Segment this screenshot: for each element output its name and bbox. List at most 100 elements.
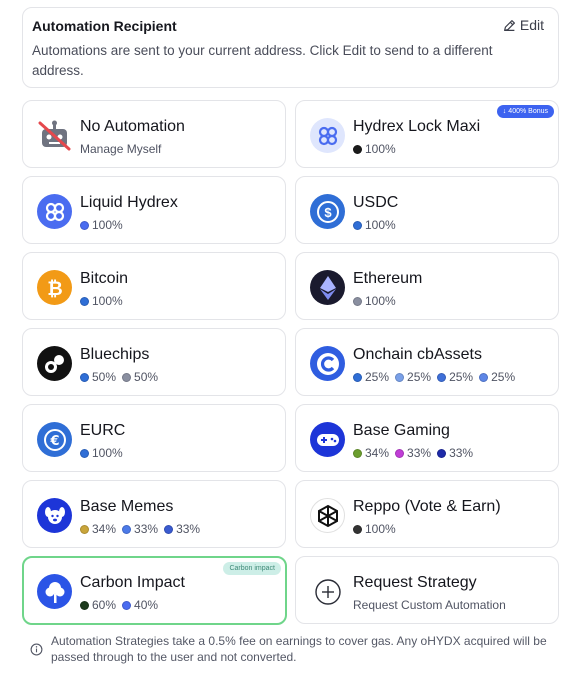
reppo-icon	[310, 498, 345, 533]
allocation-item: 100%	[353, 218, 396, 232]
allocation-item: 25%	[437, 370, 473, 384]
svg-text:$: $	[324, 205, 332, 220]
gaming-token-a-icon	[353, 448, 362, 458]
plus-circle-icon	[310, 574, 345, 609]
hydrex-lock-token-icon	[353, 144, 362, 154]
strategy-allocations: 25% 25% 25% 25%	[353, 370, 521, 384]
bluechips-icon	[37, 346, 72, 381]
recipient-description: Automations are sent to your current add…	[32, 43, 493, 78]
strategy-allocations: 60% 40%	[80, 598, 164, 612]
allocation-item: 100%	[353, 522, 396, 536]
gaming-token-b-icon	[395, 448, 405, 458]
gamepad-icon	[310, 422, 345, 457]
strategy-name: Bitcoin	[80, 270, 129, 287]
robot-disabled-icon	[37, 118, 72, 153]
strategy-name: USDC	[353, 194, 399, 211]
gaming-token-c-icon	[437, 448, 447, 458]
tree-icon	[37, 574, 72, 609]
strategy-subtitle: Request Custom Automation	[353, 598, 506, 612]
strategy-name: No Automation	[80, 118, 185, 135]
allocation-item: 33%	[164, 522, 200, 536]
strategy-card-onchain-cbassets[interactable]: Onchain cbAssets 25% 25% 25% 25%	[295, 328, 559, 396]
hydrex-token-icon	[80, 220, 89, 230]
carbon-token-b-icon	[122, 600, 132, 610]
allocation-item: 100%	[353, 142, 396, 156]
cbxrp-token-icon	[353, 372, 362, 382]
meme-token-a-icon	[80, 524, 89, 534]
strategy-allocations: 100%	[353, 142, 402, 156]
fee-notice-text: Automation Strategies take a 0.5% fee on…	[51, 634, 547, 664]
carbon-impact-badge: Carbon impact	[223, 562, 281, 575]
ethereum-icon	[310, 270, 345, 305]
eurc-icon: €	[37, 422, 72, 457]
strategy-card-request-strategy[interactable]: Request Strategy Request Custom Automati…	[295, 556, 559, 624]
usdc-icon: $	[310, 194, 345, 229]
cbdoge-token-icon	[395, 372, 405, 382]
strategy-card-reppo[interactable]: Reppo (Vote & Earn) 100%	[295, 480, 559, 548]
allocation-item: 34%	[353, 446, 389, 460]
allocation-item: 100%	[80, 294, 123, 308]
strategy-card-no-automation[interactable]: No Automation Manage Myself	[22, 100, 286, 168]
strategy-name: Bluechips	[80, 346, 150, 363]
allocation-item: 50%	[80, 370, 116, 384]
cbada-token-icon	[479, 372, 489, 382]
strategy-name: Base Gaming	[353, 422, 450, 439]
strategy-allocations: 34% 33% 33%	[353, 446, 479, 460]
bonus-badge: ↓ 400% Bonus	[496, 105, 554, 118]
strategy-allocations: 100%	[353, 294, 402, 308]
allocation-item: 100%	[353, 294, 396, 308]
allocation-item: 40%	[122, 598, 158, 612]
edit-button[interactable]: Edit	[503, 17, 544, 33]
strategy-name: Base Memes	[80, 498, 174, 515]
strategy-allocations: 100%	[353, 522, 402, 536]
strategy-allocations: 50% 50%	[80, 370, 164, 384]
strategy-allocations: 100%	[353, 218, 402, 232]
svg-text:₿: ₿	[47, 278, 62, 300]
automation-recipient-panel: Automation Recipient Edit Automations ar…	[22, 7, 559, 88]
carbon-token-a-icon	[80, 600, 89, 610]
cbltc-token-icon	[437, 372, 447, 382]
allocation-item: 25%	[479, 370, 515, 384]
eth-token-icon	[353, 296, 362, 306]
bitcoin-icon: ₿	[37, 270, 72, 305]
eurc-token-icon	[80, 448, 89, 458]
strategy-allocations: 100%	[80, 218, 129, 232]
strategy-name: Carbon Impact	[80, 574, 185, 591]
strategy-card-bitcoin[interactable]: ₿ Bitcoin 100%	[22, 252, 286, 320]
dog-icon	[37, 498, 72, 533]
fee-notice: Automation Strategies take a 0.5% fee on…	[30, 633, 550, 665]
strategy-allocations: 100%	[80, 446, 129, 460]
strategy-card-hydrex-lock-maxi[interactable]: ↓ 400% Bonus Hydrex Lock Maxi 100%	[295, 100, 559, 168]
cbbtc-token-icon	[80, 372, 89, 382]
strategy-card-eurc[interactable]: € EURC 100%	[22, 404, 286, 472]
strategy-card-liquid-hydrex[interactable]: Liquid Hydrex 100%	[22, 176, 286, 244]
strategy-name: Liquid Hydrex	[80, 194, 178, 211]
strategy-card-carbon-impact[interactable]: Carbon impact Carbon Impact 60% 40%	[22, 556, 287, 625]
strategy-card-base-memes[interactable]: Base Memes 34% 33% 33%	[22, 480, 286, 548]
strategy-card-ethereum[interactable]: Ethereum 100%	[295, 252, 559, 320]
allocation-item: 100%	[80, 218, 123, 232]
strategy-card-base-gaming[interactable]: Base Gaming 34% 33% 33%	[295, 404, 559, 472]
strategy-name: Ethereum	[353, 270, 423, 287]
svg-text:€: €	[49, 434, 59, 449]
allocation-item: 25%	[353, 370, 389, 384]
strategy-name: EURC	[80, 422, 126, 439]
allocation-item: 100%	[80, 446, 123, 460]
strategy-allocations: 100%	[80, 294, 129, 308]
strategy-name: Hydrex Lock Maxi	[353, 118, 481, 135]
strategy-subtitle: Manage Myself	[80, 142, 162, 156]
eth-token-icon	[122, 372, 132, 382]
strategy-name: Request Strategy	[353, 574, 477, 591]
allocation-item: 33%	[122, 522, 158, 536]
edit-label: Edit	[519, 17, 544, 33]
reppo-token-icon	[353, 524, 362, 534]
info-icon	[30, 643, 43, 656]
allocation-item: 60%	[80, 598, 116, 612]
strategy-card-bluechips[interactable]: Bluechips 50% 50%	[22, 328, 286, 396]
usdc-token-icon	[353, 220, 362, 230]
strategy-card-usdc[interactable]: $ USDC 100%	[295, 176, 559, 244]
hydrex-lock-icon	[310, 118, 345, 153]
allocation-item: 25%	[395, 370, 431, 384]
strategy-name: Onchain cbAssets	[353, 346, 482, 363]
allocation-item: 33%	[437, 446, 473, 460]
